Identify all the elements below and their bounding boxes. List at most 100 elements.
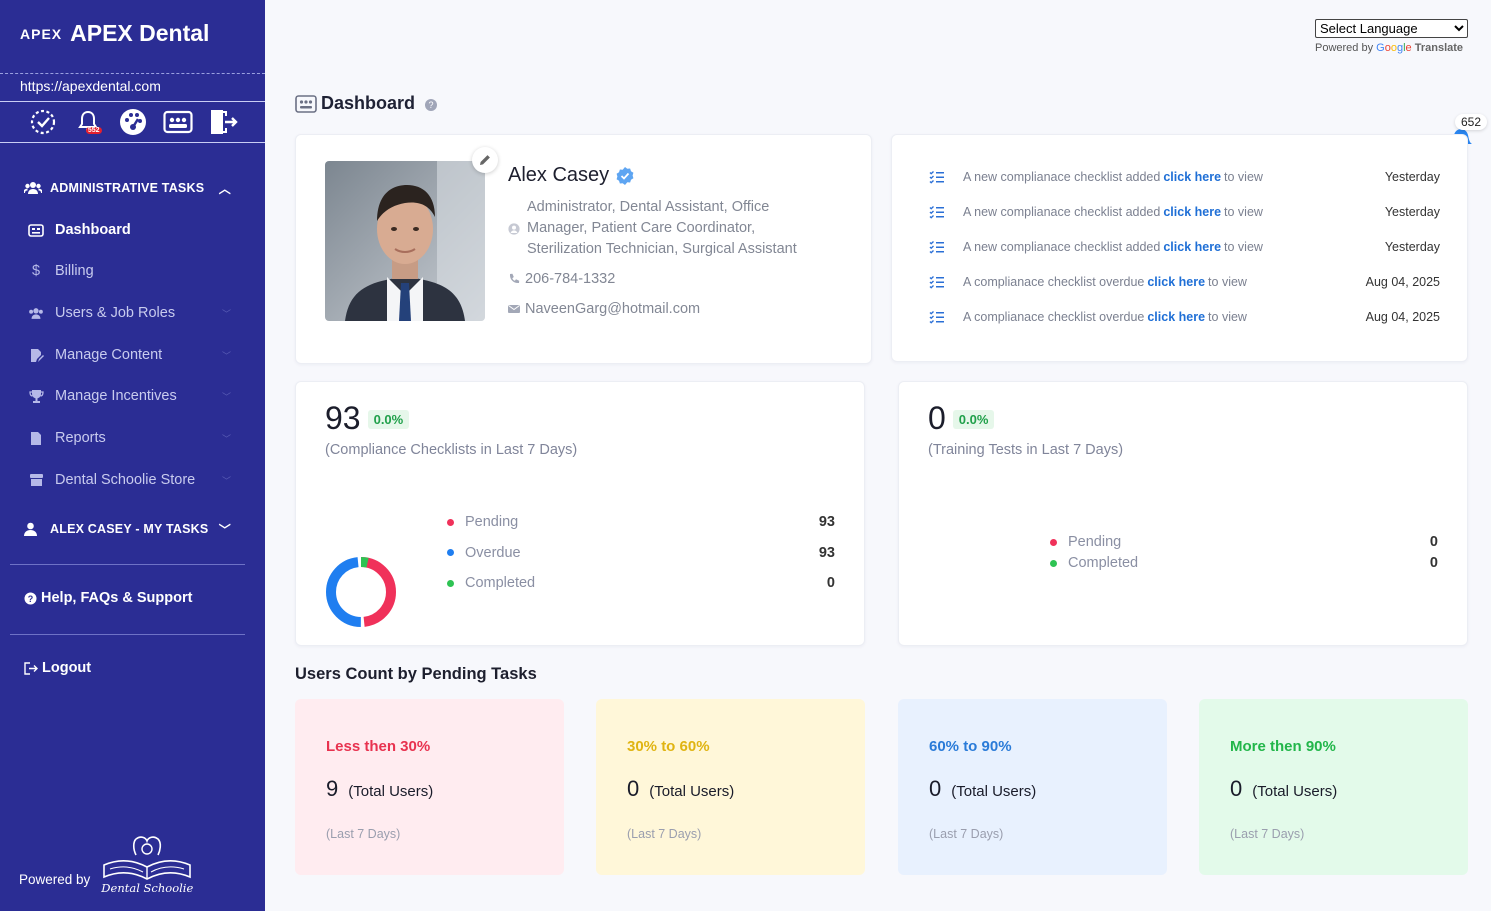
id-card-icon[interactable] [162,106,194,138]
click-here-link[interactable]: click here [1163,205,1221,219]
sidebar-item-reports[interactable]: Reports ﹀ [0,423,265,453]
tier-card[interactable]: Less then 30% 9 (Total Users) (Last 7 Days) [295,699,564,875]
sidebar-item-billing[interactable]: $ Billing [0,256,265,286]
click-here-link[interactable]: click here [1163,240,1221,254]
language-select[interactable]: Select Language [1315,19,1468,38]
sidebar-item-label: Dashboard [55,222,131,238]
tier-value: 0 (Total Users) [929,776,1036,802]
chevron-down-icon[interactable]: ﹀ [219,521,231,538]
legend-value: 93 [818,514,835,530]
tier-label: Less then 30% [326,738,431,755]
brand-name: Dental Schoolie [101,881,194,895]
notification-count: 652 [1455,114,1488,130]
click-here-link[interactable]: click here [1147,310,1205,324]
app-logo[interactable]: APEX APEX Dental [20,20,209,47]
profile-email: NaveenGarg@hotmail.com [508,301,700,317]
tier-card[interactable]: 60% to 90% 0 (Total Users) (Last 7 Days) [898,699,1167,875]
chevron-down-icon[interactable]: ﹀ [222,474,231,487]
edit-profile-button[interactable] [472,147,498,173]
notification-text: A new complianace checklist added [963,170,1161,184]
notification-text: A complianace checklist overdue [963,310,1145,324]
users-count-title: Users Count by Pending Tasks [295,665,537,683]
sidebar-item-manage-content[interactable]: Manage Content ﹀ [0,340,265,370]
legend-dot [447,518,454,526]
sidebar-item-manage-incentives[interactable]: Manage Incentives ﹀ [0,381,265,411]
compliance-change-badge: 0.0% [367,410,410,429]
click-here-link[interactable]: click here [1163,170,1221,184]
training-total-value: 0 [928,400,946,436]
profile-phone: 206-784-1332 [508,271,615,287]
tier-label: More then 90% [1230,738,1336,755]
click-here-link[interactable]: click here [1147,275,1205,289]
admin-tasks-header[interactable]: ADMINISTRATIVE TASKS ︿ [0,174,265,202]
sidebar-item-dental-schoolie-store[interactable]: Dental Schoolie Store ﹀ [0,465,265,495]
file-edit-icon [28,348,44,363]
logout-link[interactable]: Logout [24,660,91,676]
tier-card[interactable]: More then 90% 0 (Total Users) (Last 7 Days) [1199,699,1468,875]
sidebar-divider [10,564,245,565]
tier-count: 9 [326,776,339,801]
legend-item: Completed 0 [1050,553,1438,573]
legend-item: Pending 93 [447,512,835,532]
admin-tasks-group[interactable]: ADMINISTRATIVE TASKS ︿ [0,174,265,202]
notifications-card: A new complianace checklist added click h… [891,134,1468,362]
legend-value: 0 [1429,534,1438,550]
notification-item: A new complianace checklist added click h… [928,202,1440,222]
clock-check-icon[interactable] [27,106,59,138]
legend-label: Completed [1068,555,1139,571]
checklist-icon [928,308,946,326]
my-tasks-group[interactable]: ALEX CASEY - MY TASKS ﹀ [0,515,265,543]
dashboard-icon [28,223,44,237]
profile-name-text: Alex Casey [508,164,610,186]
tier-card[interactable]: 30% to 60% 0 (Total Users) (Last 7 Days) [596,699,865,875]
chevron-down-icon[interactable]: ﹀ [222,432,231,445]
tier-unit: (Total Users) [1252,783,1338,800]
notification-text: A new complianace checklist added [963,240,1161,254]
help-icon[interactable]: ? [425,99,438,111]
checklist-icon [928,273,946,291]
powered-by-label: Powered by [19,872,91,887]
language-widget: Select Language Powered by Google Transl… [1315,19,1468,54]
legend-label: Pending [465,514,519,530]
logout-label: Logout [42,660,92,676]
bell-alert-icon[interactable]: 552 [72,106,104,138]
site-url[interactable]: https://apexdental.com [0,73,265,102]
chevron-down-icon[interactable]: ﹀ [222,349,231,362]
sidebar-item-label: Dental Schoolie Store [55,472,196,488]
tier-unit: (Total Users) [649,783,735,800]
legend-item: Completed 0 [447,573,835,593]
exit-door-icon[interactable] [207,106,239,138]
logo-mark: APEX [20,25,63,42]
sign-out-icon [24,661,38,675]
sidebar: APEX APEX Dental https://apexdental.com … [0,0,265,911]
sidebar-item-dashboard[interactable]: Dashboard [0,215,265,245]
users-group-icon [24,181,42,195]
sidebar-item-users-job-roles[interactable]: Users & Job Roles ﹀ [0,298,265,328]
my-tasks-header[interactable]: ALEX CASEY - MY TASKS ﹀ [0,515,265,543]
store-icon [28,473,44,487]
sidebar-item-label: Manage Incentives [55,388,177,404]
notification-text: A new complianace checklist added [963,205,1161,219]
tier-value: 0 (Total Users) [627,776,734,802]
user-icon [24,522,42,536]
dollar-icon: $ [31,263,41,279]
gauge-icon[interactable] [117,106,149,138]
chevron-up-icon[interactable]: ︿ [219,180,231,197]
legend-dot [447,579,454,587]
dashboard-icon [295,94,317,113]
profile-photo [325,161,485,321]
notification-date: Yesterday [1384,170,1440,184]
help-faqs-support-link[interactable]: ? Help, FAQs & Support [24,590,192,606]
sidebar-item-label: Reports [55,430,106,446]
chevron-down-icon[interactable]: ﹀ [222,307,231,320]
compliance-total-value: 93 [325,400,361,436]
notification-date: Yesterday [1384,240,1440,254]
tier-value: 0 (Total Users) [1230,776,1337,802]
legend-label: Completed [465,575,536,591]
question-circle-icon: ? [24,592,37,605]
profile-card: Alex Casey Administrator, Dental Assista… [295,134,872,364]
notification-date: Aug 04, 2025 [1365,310,1440,324]
notification-date: Aug 04, 2025 [1365,275,1440,289]
chevron-down-icon[interactable]: ﹀ [222,390,231,403]
legend-dot [1050,559,1057,567]
